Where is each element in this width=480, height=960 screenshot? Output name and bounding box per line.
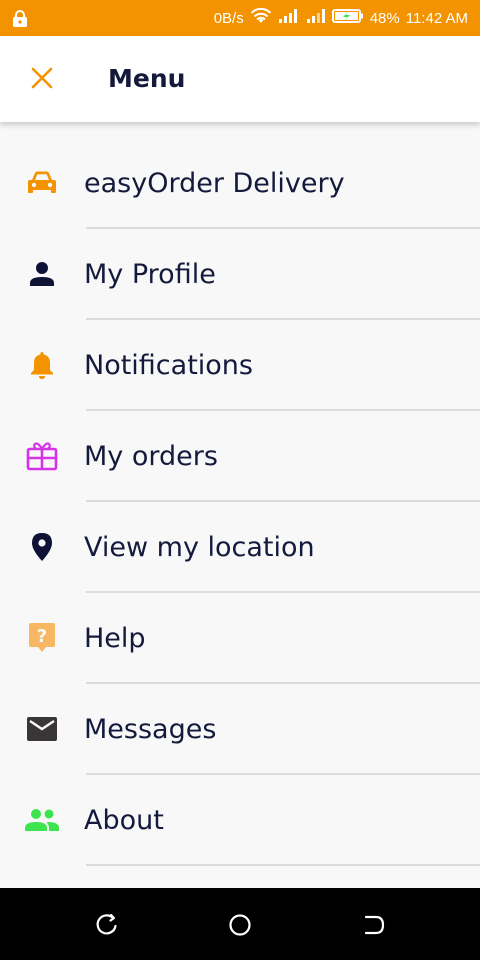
menu-item-notifications[interactable]: Notifications <box>0 320 480 411</box>
menu-item-easyorder-delivery[interactable]: easyOrder Delivery <box>0 138 480 229</box>
menu-item-my-orders[interactable]: My orders <box>0 411 480 502</box>
menu-item-label: easyOrder Delivery <box>84 168 345 199</box>
clock: 11:42 AM <box>405 9 468 27</box>
gift-box-icon <box>22 439 62 473</box>
person-icon <box>22 257 62 291</box>
wifi-icon <box>250 7 272 29</box>
battery-percent: 48% <box>369 9 400 27</box>
back-icon[interactable] <box>360 912 388 938</box>
menu-item-view-my-location[interactable]: View my location <box>0 502 480 593</box>
menu-item-label: My Profile <box>84 259 216 290</box>
mail-icon <box>22 712 62 746</box>
signal-icon-2 <box>306 8 326 28</box>
side-menu: easyOrder Delivery My Profile Notificati… <box>0 138 480 866</box>
net-speed: 0B/s <box>213 9 244 27</box>
menu-item-label: Messages <box>84 714 217 745</box>
app-header: Menu <box>0 36 480 122</box>
menu-item-help[interactable]: ? Help <box>0 593 480 684</box>
menu-item-label: Help <box>84 623 146 654</box>
menu-item-label: Notifications <box>84 350 253 381</box>
location-pin-icon <box>22 530 62 564</box>
svg-text:?: ? <box>37 626 47 647</box>
status-bar: 0B/s 48% 11:42 AM <box>0 0 480 36</box>
help-icon: ? <box>22 621 62 655</box>
recent-apps-icon[interactable] <box>93 912 121 938</box>
status-right: 0B/s 48% 11:42 AM <box>214 0 468 36</box>
menu-item-label: View my location <box>84 532 315 563</box>
bell-icon <box>22 348 62 382</box>
battery-icon <box>331 8 364 28</box>
menu-item-my-profile[interactable]: My Profile <box>0 229 480 320</box>
lock-icon <box>12 10 28 32</box>
close-button[interactable] <box>20 58 64 102</box>
signal-icon <box>278 8 300 28</box>
system-nav-bar <box>0 888 480 960</box>
car-icon <box>22 166 62 200</box>
menu-item-messages[interactable]: Messages <box>0 684 480 775</box>
home-icon[interactable] <box>226 912 254 938</box>
menu-item-label: About <box>84 805 164 836</box>
page-title: Menu <box>108 64 186 93</box>
people-icon <box>22 803 62 837</box>
menu-item-label: My orders <box>84 441 218 472</box>
close-icon <box>31 67 53 93</box>
menu-item-about[interactable]: About <box>0 775 480 866</box>
divider <box>86 864 480 866</box>
